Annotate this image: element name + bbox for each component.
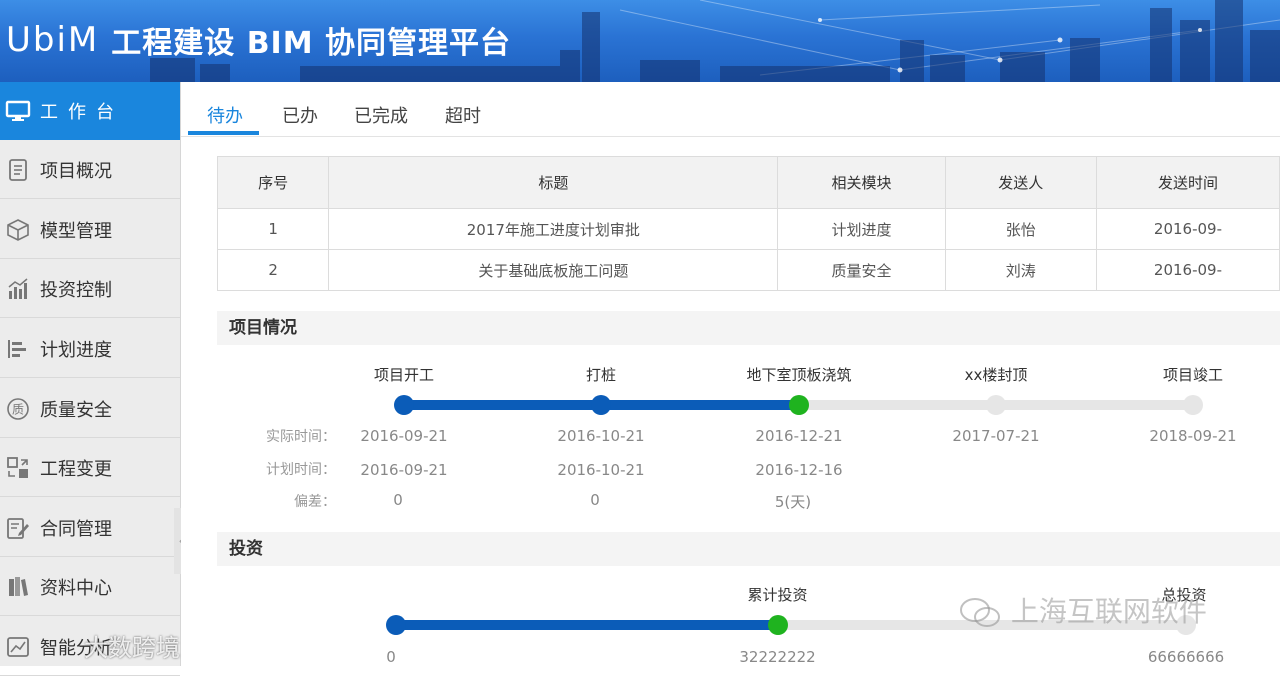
sidebar-item-contract-management[interactable]: 合同管理 <box>0 499 180 557</box>
cell-sender: 刘涛 <box>944 249 1097 291</box>
sidebar-item-label: 投资控制 <box>40 279 112 301</box>
cell-module: 计划进度 <box>777 208 946 250</box>
todo-table: 序号 标题 相关模块 发送人 发送时间 1 2017年施工进度计划审批 计划进度… <box>216 156 1280 291</box>
sidebar-item-label: 质量安全 <box>40 399 112 421</box>
table-row[interactable]: 2 关于基础底板施工问题 质量安全 刘涛 2016-09- <box>216 249 1280 291</box>
analysis-icon <box>3 632 33 662</box>
row-label-actual: 实际时间： <box>266 429 336 445</box>
column-header: 序号 <box>216 156 330 209</box>
milestone-actual-date: 2018-09-21 <box>1149 427 1237 445</box>
milestone-dot <box>394 395 414 415</box>
sidebar-item-label: 项目概况 <box>40 160 112 182</box>
tab-completed[interactable]: 已完成 <box>354 102 408 128</box>
investment-progress-fill <box>396 620 778 630</box>
sidebar-item-workbench[interactable]: 工作台 <box>0 82 180 140</box>
milestone-dot <box>986 395 1006 415</box>
cell-index: 2 <box>216 249 330 291</box>
milestone-deviation: 0 <box>590 491 600 509</box>
cell-send-time: 2016-09- <box>1095 208 1280 250</box>
total-investment-value: 66666666 <box>1147 648 1225 666</box>
tab-overdue[interactable]: 超时 <box>445 102 481 128</box>
sidebar-item-quality-safety[interactable]: 质 质量安全 <box>0 380 180 438</box>
milestone-name: 地下室顶板浇筑 <box>746 366 852 384</box>
books-icon <box>3 572 33 602</box>
milestone-actual-date: 2017-07-21 <box>952 427 1040 445</box>
monitor-icon <box>3 96 33 126</box>
investment-start-value: 0 <box>386 648 396 666</box>
sidebar-item-label: 工程变更 <box>40 458 112 480</box>
bar-chart-icon <box>3 274 33 304</box>
task-tabs: 待办 已办 已完成 超时 <box>181 82 1280 137</box>
tab-todo[interactable]: 待办 <box>207 102 243 128</box>
cell-sender: 张怡 <box>944 208 1097 250</box>
wechat-watermark: 上海互联网软件 <box>958 590 1207 630</box>
swap-icon <box>3 453 33 483</box>
milestone-dot <box>789 395 809 415</box>
sidebar-item-investment-control[interactable]: 投资控制 <box>0 260 180 318</box>
sidebar-item-document-center[interactable]: 资料中心 <box>0 558 180 616</box>
edit-document-icon <box>3 513 33 543</box>
sidebar-item-model-management[interactable]: 模型管理 <box>0 201 180 259</box>
milestone-name: 项目开工 <box>373 366 435 384</box>
milestone-name: xx楼封顶 <box>964 366 1028 384</box>
sidebar-item-label: 资料中心 <box>40 577 112 599</box>
milestone-deviation: 5(天) <box>774 493 812 511</box>
main-content: 待办 已办 已完成 超时 序号 标题 相关模块 发送人 发送时间 1 2017年… <box>181 82 1280 666</box>
sidebar-item-label: 工作台 <box>40 102 124 123</box>
milestone-planned-date: 2016-12-16 <box>755 461 843 479</box>
sidebar-item-engineering-change[interactable]: 工程变更 <box>0 439 180 497</box>
wechat-watermark-text: 上海互联网软件 <box>1010 595 1207 628</box>
gantt-icon <box>3 334 33 364</box>
sidebar-item-label: 模型管理 <box>40 220 112 242</box>
milestone-actual-date: 2016-09-21 <box>360 427 448 445</box>
active-tab-indicator <box>188 131 259 135</box>
cumulative-investment-value: 32222222 <box>739 648 816 666</box>
investment-start-point <box>386 615 406 635</box>
row-label-deviation: 偏差： <box>294 494 336 510</box>
cell-index: 1 <box>216 208 330 250</box>
milestone-dot <box>1183 395 1203 415</box>
corner-watermark: 大数跨境 <box>84 634 180 662</box>
milestone-dot <box>591 395 611 415</box>
section-title-project-status: 项目情况 <box>217 311 1280 345</box>
table-header-row: 序号 标题 相关模块 发送人 发送时间 <box>216 156 1280 209</box>
cumulative-investment-label: 累计投资 <box>747 586 808 604</box>
app-title: 工程建设 BIM 协同管理平台 <box>111 26 512 61</box>
sidebar-item-project-overview[interactable]: 项目概况 <box>0 141 180 199</box>
milestone-actual-date: 2016-12-21 <box>755 427 843 445</box>
cell-title[interactable]: 2017年施工进度计划审批 <box>328 208 779 250</box>
table-row[interactable]: 1 2017年施工进度计划审批 计划进度 张怡 2016-09- <box>216 208 1280 250</box>
milestone-planned-date: 2016-10-21 <box>557 461 645 479</box>
cell-title[interactable]: 关于基础底板施工问题 <box>328 249 779 291</box>
milestone-actual-date: 2016-10-21 <box>557 427 645 445</box>
sidebar-item-schedule[interactable]: 计划进度 <box>0 320 180 378</box>
milestone-name: 打桩 <box>585 366 617 384</box>
column-header: 相关模块 <box>777 156 946 209</box>
column-header: 发送人 <box>944 156 1097 209</box>
brand-logo: UbiM <box>6 20 100 60</box>
cell-module: 质量安全 <box>777 249 946 291</box>
milestone-name: 项目竣工 <box>1162 366 1224 384</box>
svg-text:质: 质 <box>12 402 24 416</box>
document-icon <box>3 155 33 185</box>
sidebar-item-label: 计划进度 <box>40 339 112 361</box>
milestone-planned-date: 2016-09-21 <box>360 461 448 479</box>
quality-badge-icon: 质 <box>3 394 33 424</box>
investment-current-point <box>767 615 788 635</box>
row-label-planned: 计划时间： <box>266 462 336 478</box>
sidebar-item-label: 合同管理 <box>40 518 112 540</box>
cell-send-time: 2016-09- <box>1095 249 1280 291</box>
section-title-investment: 投资 <box>217 532 1280 566</box>
header-banner: UbiM 工程建设 BIM 协同管理平台 <box>0 0 1280 82</box>
milestone-deviation: 0 <box>393 491 403 509</box>
wechat-icon <box>960 598 1000 627</box>
cube-icon <box>3 215 33 245</box>
column-header: 发送时间 <box>1095 156 1280 209</box>
column-header: 标题 <box>328 156 779 209</box>
sidebar: 工作台 项目概况 模型管理 投资控制 计划进度 质 质量安全 工程变更 合同管理… <box>0 82 181 676</box>
tab-handled[interactable]: 已办 <box>282 102 318 128</box>
app-brand: UbiM 工程建设 BIM 协同管理平台 <box>6 18 511 62</box>
